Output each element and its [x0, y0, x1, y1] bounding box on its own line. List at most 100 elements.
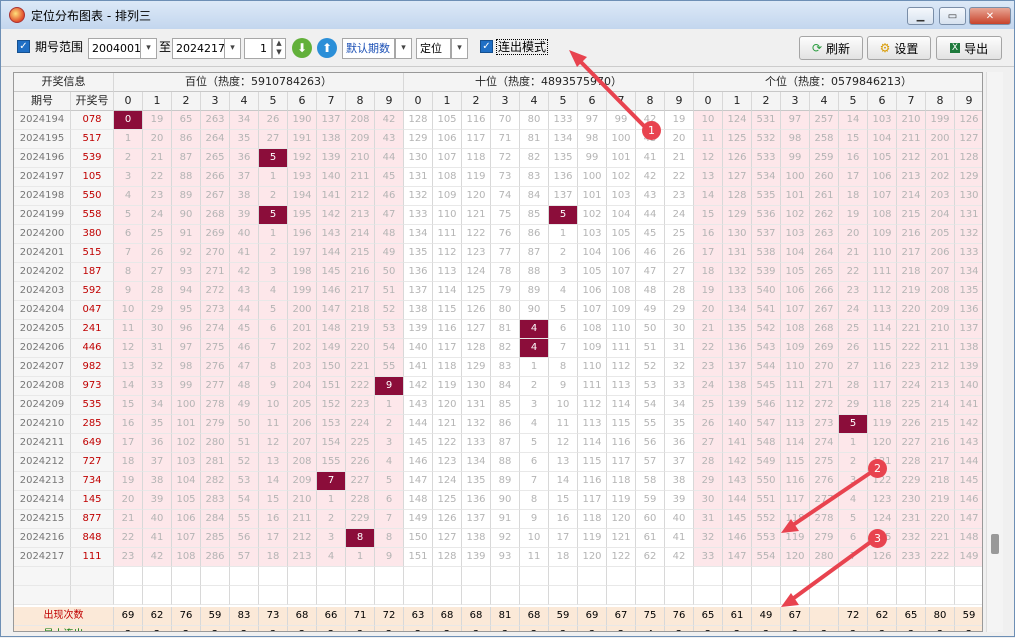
omission-cell: 122 [433, 434, 462, 453]
table-row[interactable]: 2024199 558 5 24 90 268 39 5 195 142 213 47 133 110 12… [14, 206, 982, 225]
table-row[interactable]: 2024194 078 0 19 65 263 34 26 190 137 208 42 128 105 1… [14, 111, 982, 130]
consecutive-mode-label[interactable]: 连出模式 [496, 39, 549, 55]
omission-cell: 111 [781, 377, 810, 396]
stats-value: 59 [955, 607, 982, 626]
table-row[interactable]: 2024210 285 16 35 101 279 50 11 206 153 224 2 144 121… [14, 415, 982, 434]
export-button[interactable]: X 导出 [936, 36, 1002, 60]
vertical-scrollbar[interactable] [986, 72, 1003, 632]
table-row[interactable]: 2024203 592 9 28 94 272 43 4 199 146 217 51 137 114 12… [14, 282, 982, 301]
minimize-button[interactable]: ▁ [907, 7, 934, 25]
omission-cell: 97 [781, 111, 810, 130]
table-row[interactable]: 2024206 446 12 31 97 275 46 7 202 149 220 54 140 117 1… [14, 339, 982, 358]
position-dropdown[interactable]: ▾ [451, 38, 468, 59]
default-period-dropdown[interactable]: ▾ [395, 38, 412, 59]
table-row[interactable]: 2024207 982 13 32 98 276 47 8 203 150 221 55 141 118 1… [14, 358, 982, 377]
omission-cell: 269 [201, 225, 230, 244]
omission-cell: 222 [926, 548, 955, 567]
omission-cell: 79 [491, 282, 520, 301]
table-row[interactable]: 2024195 517 1 20 86 264 35 27 191 138 209 43 129 106 1… [14, 130, 982, 149]
draw-number-cell: 078 [71, 111, 114, 130]
draw-number-cell: 145 [71, 491, 114, 510]
omission-cell: 546 [752, 396, 781, 415]
table-row[interactable]: 2024214 145 20 39 105 283 54 15 210 1 228 6 148 125 13… [14, 491, 982, 510]
omission-cell: 39 [143, 491, 172, 510]
stats-value: 3 [781, 626, 810, 631]
stats-value: 2 [694, 626, 723, 631]
group-header-row: 开奖信息 百位（热度：5910784263） 十位（热度：4893575970） 个位… [14, 73, 982, 92]
empty-cell [462, 586, 491, 605]
omission-cell: 97 [578, 111, 607, 130]
table-row[interactable]: 2024205 241 11 30 96 274 45 6 201 148 219 53 139 116 1… [14, 320, 982, 339]
omission-cell: 143 [317, 225, 346, 244]
table-row[interactable]: 2024197 105 3 22 88 266 37 1 193 140 211 45 131 108 11… [14, 168, 982, 187]
table-row[interactable]: 2024196 539 2 21 87 265 36 5 192 139 210 44 130 107 11… [14, 149, 982, 168]
omission-cell: 219 [346, 320, 375, 339]
refresh-button[interactable]: ⟳ 刷新 [799, 36, 863, 60]
issue-cell: 2024201 [14, 244, 71, 263]
position-select[interactable]: 定位 [416, 38, 451, 59]
omission-cell: 263 [201, 111, 230, 130]
draw-number-cell: 187 [71, 263, 114, 282]
table-row[interactable]: 2024217 111 23 42 108 286 57 18 213 4 1 9 151 128 139 9… [14, 548, 982, 567]
table-row[interactable]: 2024204 047 10 29 95 273 44 5 200 147 218 52 138 115 1… [14, 301, 982, 320]
omission-cell: 23 [665, 187, 694, 206]
omission-cell: 270 [810, 358, 839, 377]
omission-cell: 32 [143, 358, 172, 377]
omission-cell: 277 [201, 377, 230, 396]
table-row[interactable]: 2024216 848 22 41 107 285 56 17 212 3 8 8 150 127 138 9… [14, 529, 982, 548]
prev-arrow-icon[interactable]: ⬆ [317, 38, 337, 58]
consecutive-mode-checkbox[interactable]: ✓ [480, 40, 493, 53]
table-row[interactable]: 2024200 380 6 25 91 269 40 1 196 143 214 48 134 111 12… [14, 225, 982, 244]
from-period-input[interactable]: 2004001 [88, 38, 141, 59]
to-period-input[interactable]: 2024217 [172, 38, 225, 59]
table-row[interactable]: 2024212 727 18 37 103 281 52 13 208 155 226 4 146 123… [14, 453, 982, 472]
omission-cell: 208 [288, 453, 317, 472]
omission-cell: 1 [346, 548, 375, 567]
table-row[interactable]: 2024201 515 7 26 92 270 41 2 197 144 215 49 135 112 12… [14, 244, 982, 263]
omission-cell: 44 [636, 206, 665, 225]
table-row[interactable]: 2024215 877 21 40 106 284 55 16 211 2 229 7 149 126 13… [14, 510, 982, 529]
omission-cell: 119 [781, 529, 810, 548]
from-period-dropdown[interactable]: ▾ [140, 38, 157, 59]
omission-cell: 220 [897, 301, 926, 320]
count-stepper[interactable]: 1 [244, 38, 272, 59]
omission-cell: 37 [665, 453, 694, 472]
stats-value: 2 [433, 626, 462, 631]
stats-value: 68 [433, 607, 462, 626]
empty-cell [926, 567, 955, 586]
to-period-dropdown[interactable]: ▾ [224, 38, 241, 59]
draw-number-cell: 649 [71, 434, 114, 453]
settings-button[interactable]: ⚙ 设置 [867, 36, 931, 60]
distribution-table[interactable]: 开奖信息 百位（热度：5910784263） 十位（热度：4893575970） 个位… [13, 72, 983, 632]
stepper-arrows-icon[interactable]: ▲ ▼ [272, 38, 286, 59]
omission-cell: 34 [230, 111, 259, 130]
omission-cell: 105 [781, 263, 810, 282]
omission-cell: 210 [926, 320, 955, 339]
omission-cell: 7 [549, 339, 578, 358]
table-row[interactable]: 2024213 734 19 38 104 282 53 14 209 7 227 5 147 124 13… [14, 472, 982, 491]
table-row[interactable]: 2024202 187 8 27 93 271 42 3 198 145 216 50 136 113 12… [14, 263, 982, 282]
omission-cell: 118 [607, 472, 636, 491]
table-row[interactable]: 2024198 550 4 23 89 267 38 2 194 141 212 46 132 109 12… [14, 187, 982, 206]
scrollbar-thumb[interactable] [991, 534, 999, 554]
omission-cell: 10 [694, 111, 723, 130]
omission-cell: 25 [665, 225, 694, 244]
omission-cell: 27 [259, 130, 288, 149]
empty-cell [317, 586, 346, 605]
period-range-checkbox[interactable]: ✓ [17, 40, 30, 53]
maximize-button[interactable]: ▭ [939, 7, 966, 25]
omission-cell: 221 [346, 358, 375, 377]
default-period-select[interactable]: 默认期数 [342, 38, 395, 59]
omission-cell: 151 [317, 377, 346, 396]
digit-column-header: 6 [578, 92, 607, 111]
table-row[interactable]: 2024209 535 15 34 100 278 49 10 205 152 223 1 143 120… [14, 396, 982, 415]
hit-cell: 9 [375, 377, 404, 396]
table-row[interactable]: 2024208 973 14 33 99 277 48 9 204 151 222 9 142 119 13… [14, 377, 982, 396]
omission-cell: 137 [404, 282, 433, 301]
close-button[interactable]: ✕ [969, 7, 1011, 25]
issue-cell: 2024208 [14, 377, 71, 396]
table-row[interactable]: 2024211 649 17 36 102 280 51 12 207 154 225 3 145 122… [14, 434, 982, 453]
next-arrow-icon[interactable]: ⬇ [292, 38, 312, 58]
omission-cell: 5 [839, 510, 868, 529]
omission-cell: 209 [288, 472, 317, 491]
